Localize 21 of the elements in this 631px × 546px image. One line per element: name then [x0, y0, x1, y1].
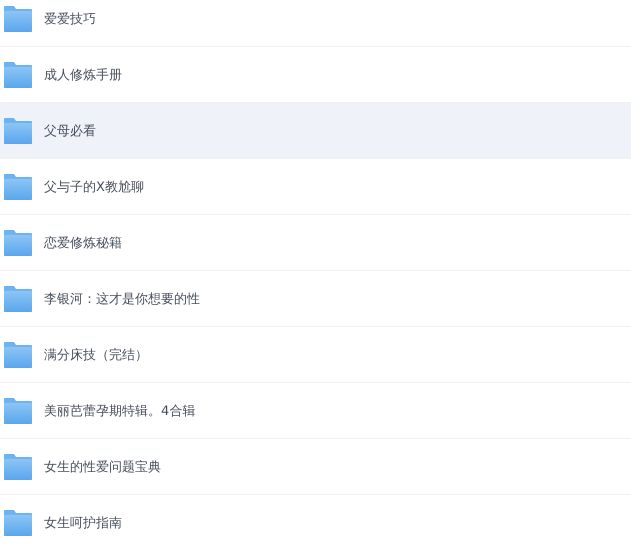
- folder-name: 李银河：这才是你想要的性: [44, 290, 200, 308]
- folder-icon: [4, 286, 32, 312]
- folder-icon: [4, 230, 32, 256]
- folder-name: 美丽芭蕾孕期特辑。4合辑: [44, 402, 196, 420]
- folder-icon: [4, 174, 32, 200]
- folder-icon: [4, 6, 32, 32]
- folder-icon: [4, 454, 32, 480]
- folder-icon: [4, 118, 32, 144]
- folder-row[interactable]: 父母必看: [0, 103, 631, 159]
- folder-name: 恋爱修炼秘籍: [44, 234, 122, 252]
- folder-icon: [4, 398, 32, 424]
- folder-name: 女生呵护指南: [44, 514, 122, 532]
- folder-icon: [4, 510, 32, 536]
- folder-name: 满分床技（完结）: [44, 346, 148, 364]
- folder-name: 成人修炼手册: [44, 66, 122, 84]
- folder-name: 父与子的X教尬聊: [44, 178, 144, 196]
- folder-icon: [4, 62, 32, 88]
- folder-name: 爱爱技巧: [44, 10, 96, 28]
- folder-icon: [4, 342, 32, 368]
- folder-name: 女生的性爱问题宝典: [44, 458, 161, 476]
- folder-name: 父母必看: [44, 122, 96, 140]
